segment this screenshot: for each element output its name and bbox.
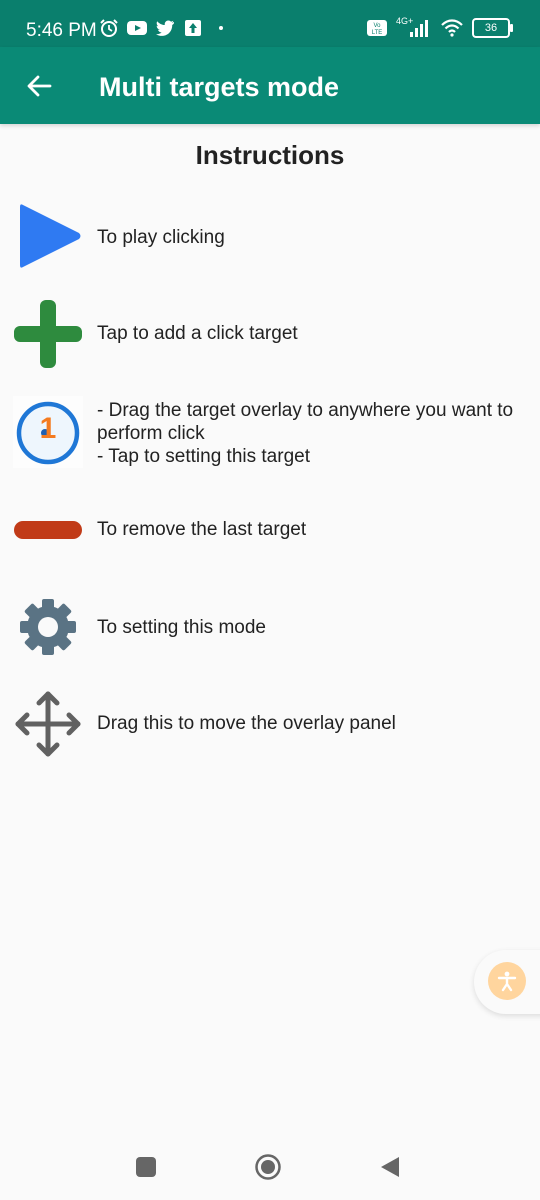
home-icon: [254, 1153, 282, 1181]
signal-4g-icon: 4G+: [396, 16, 432, 38]
instruction-row-play: To play clicking: [0, 198, 540, 274]
move-icon: [10, 686, 86, 762]
back-icon: [379, 1155, 401, 1179]
instruction-row-plus: Tap to add a click target: [0, 296, 540, 372]
back-nav-button[interactable]: [375, 1152, 405, 1182]
instruction-row-target: 1 - Drag the target overlay to anywhere …: [0, 394, 540, 470]
system-nav-bar: [0, 1134, 540, 1200]
dot-icon: [211, 18, 231, 38]
home-button[interactable]: [253, 1152, 283, 1182]
recents-button[interactable]: [131, 1152, 161, 1182]
instruction-row-move: Drag this to move the overlay panel: [0, 686, 540, 762]
target-icon: 1: [10, 394, 86, 470]
recents-icon: [135, 1156, 157, 1178]
alarm-icon: [99, 18, 119, 38]
instructions-heading: Instructions: [195, 140, 345, 170]
battery-icon: 36: [472, 18, 513, 38]
status-system-icons: Vo LTE 4G+ 36: [366, 16, 513, 38]
status-time: 5:46 PM: [26, 20, 97, 41]
youtube-icon: [127, 18, 147, 38]
svg-text:LTE: LTE: [372, 30, 383, 36]
twitter-icon: [155, 18, 175, 38]
target-number: 1: [39, 412, 57, 445]
battery-level: 36: [484, 22, 498, 34]
status-notification-icons: [99, 18, 231, 38]
instruction-text: Tap to add a click target: [97, 323, 298, 344]
accessibility-icon: [496, 970, 518, 992]
gear-icon: [10, 589, 86, 665]
svg-text:Vo: Vo: [373, 23, 381, 29]
back-button[interactable]: [22, 69, 56, 103]
volte-icon: Vo LTE: [366, 18, 388, 38]
instruction-row-gear: To setting this mode: [0, 589, 540, 665]
app-bar: Multi targets mode: [0, 47, 540, 124]
plus-icon: [10, 296, 86, 372]
instruction-text: - Drag the target overlay to anywhere yo…: [97, 400, 514, 467]
arrow-left-icon: [25, 72, 53, 100]
instruction-text: To remove the last target: [97, 519, 307, 540]
instruction-text: Drag this to move the overlay panel: [97, 713, 396, 734]
accessibility-button[interactable]: [488, 962, 526, 1000]
instruction-text: To play clicking: [97, 227, 225, 248]
minus-icon: [10, 492, 86, 568]
network-label: 4G+: [396, 16, 414, 26]
page-title: Multi targets mode: [99, 72, 340, 102]
play-icon: [10, 198, 86, 274]
upload-icon: [183, 18, 203, 38]
instruction-row-minus: To remove the last target: [0, 492, 540, 568]
wifi-icon: [440, 18, 464, 38]
instruction-text: To setting this mode: [97, 617, 266, 638]
